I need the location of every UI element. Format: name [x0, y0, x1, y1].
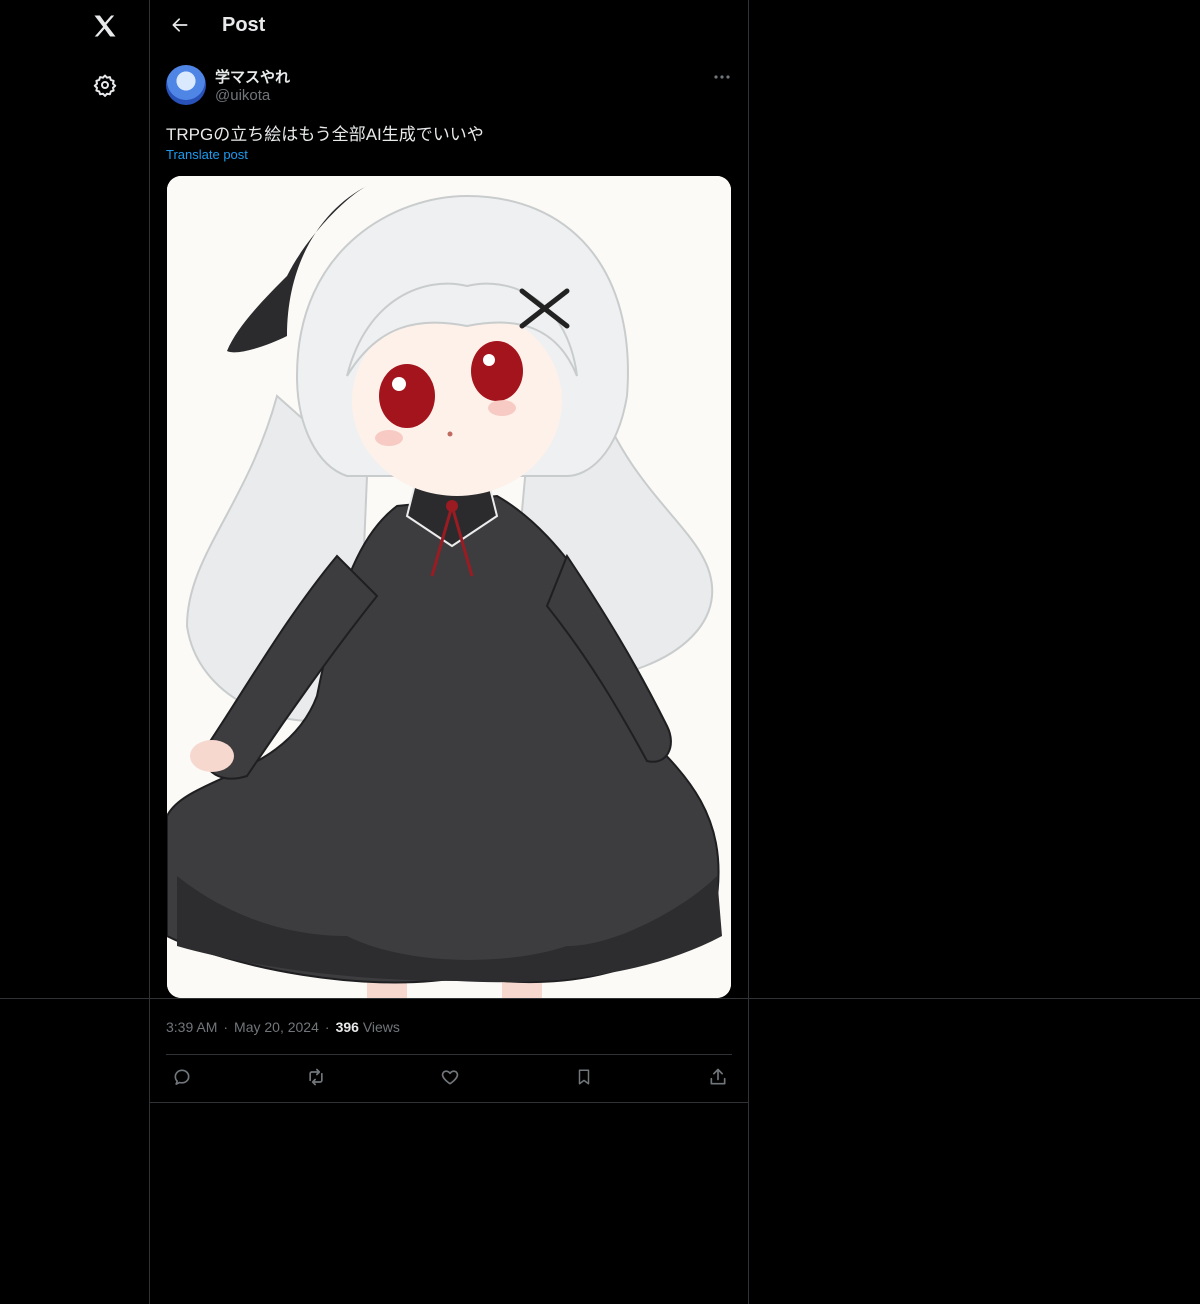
like-button[interactable] — [435, 1065, 465, 1093]
action-bar — [150, 1055, 748, 1102]
views-label: Views — [362, 1019, 400, 1035]
share-button[interactable] — [703, 1065, 733, 1093]
header: Post — [150, 0, 748, 53]
arrow-left-icon — [170, 15, 190, 40]
post-time[interactable]: 3:39 AM — [166, 1019, 217, 1035]
side-nav — [0, 0, 149, 1304]
back-button[interactable] — [162, 9, 198, 45]
views-count: 396 — [335, 1019, 359, 1035]
post-meta: 3:39 AM · May 20, 2024 · 396 Views — [166, 1019, 400, 1035]
illustration — [167, 176, 731, 998]
more-icon — [713, 67, 731, 85]
gear-icon — [93, 73, 117, 102]
separator: · — [223, 1019, 229, 1035]
translate-link[interactable]: Translate post — [166, 147, 248, 162]
more-button[interactable] — [708, 64, 736, 88]
post-text: TRPGの立ち絵はもう全部AI生成でいいや — [166, 125, 484, 144]
reply-icon — [172, 1067, 192, 1092]
reply-button[interactable] — [167, 1065, 197, 1093]
bookmark-button[interactable] — [569, 1065, 599, 1093]
repost-button[interactable] — [301, 1065, 331, 1093]
post-date[interactable]: May 20, 2024 — [234, 1019, 319, 1035]
post-image[interactable] — [167, 176, 731, 998]
main-column: Post 学マスやれ @uikota TRPGの立ち絵はもう全部AI生成でいいや… — [149, 0, 749, 1304]
bookmark-icon — [575, 1067, 593, 1092]
separator: · — [324, 1019, 330, 1035]
like-icon — [440, 1067, 460, 1092]
x-logo-button[interactable] — [80, 3, 130, 53]
page-title: Post — [222, 14, 266, 36]
share-icon — [708, 1067, 728, 1092]
repost-icon — [305, 1067, 327, 1092]
author-name[interactable]: 学マスやれ — [215, 66, 290, 87]
avatar[interactable] — [166, 65, 206, 105]
divider — [150, 1102, 748, 1103]
x-logo-icon — [91, 12, 119, 45]
author-handle[interactable]: @uikota — [215, 87, 270, 104]
settings-button[interactable] — [80, 62, 130, 112]
